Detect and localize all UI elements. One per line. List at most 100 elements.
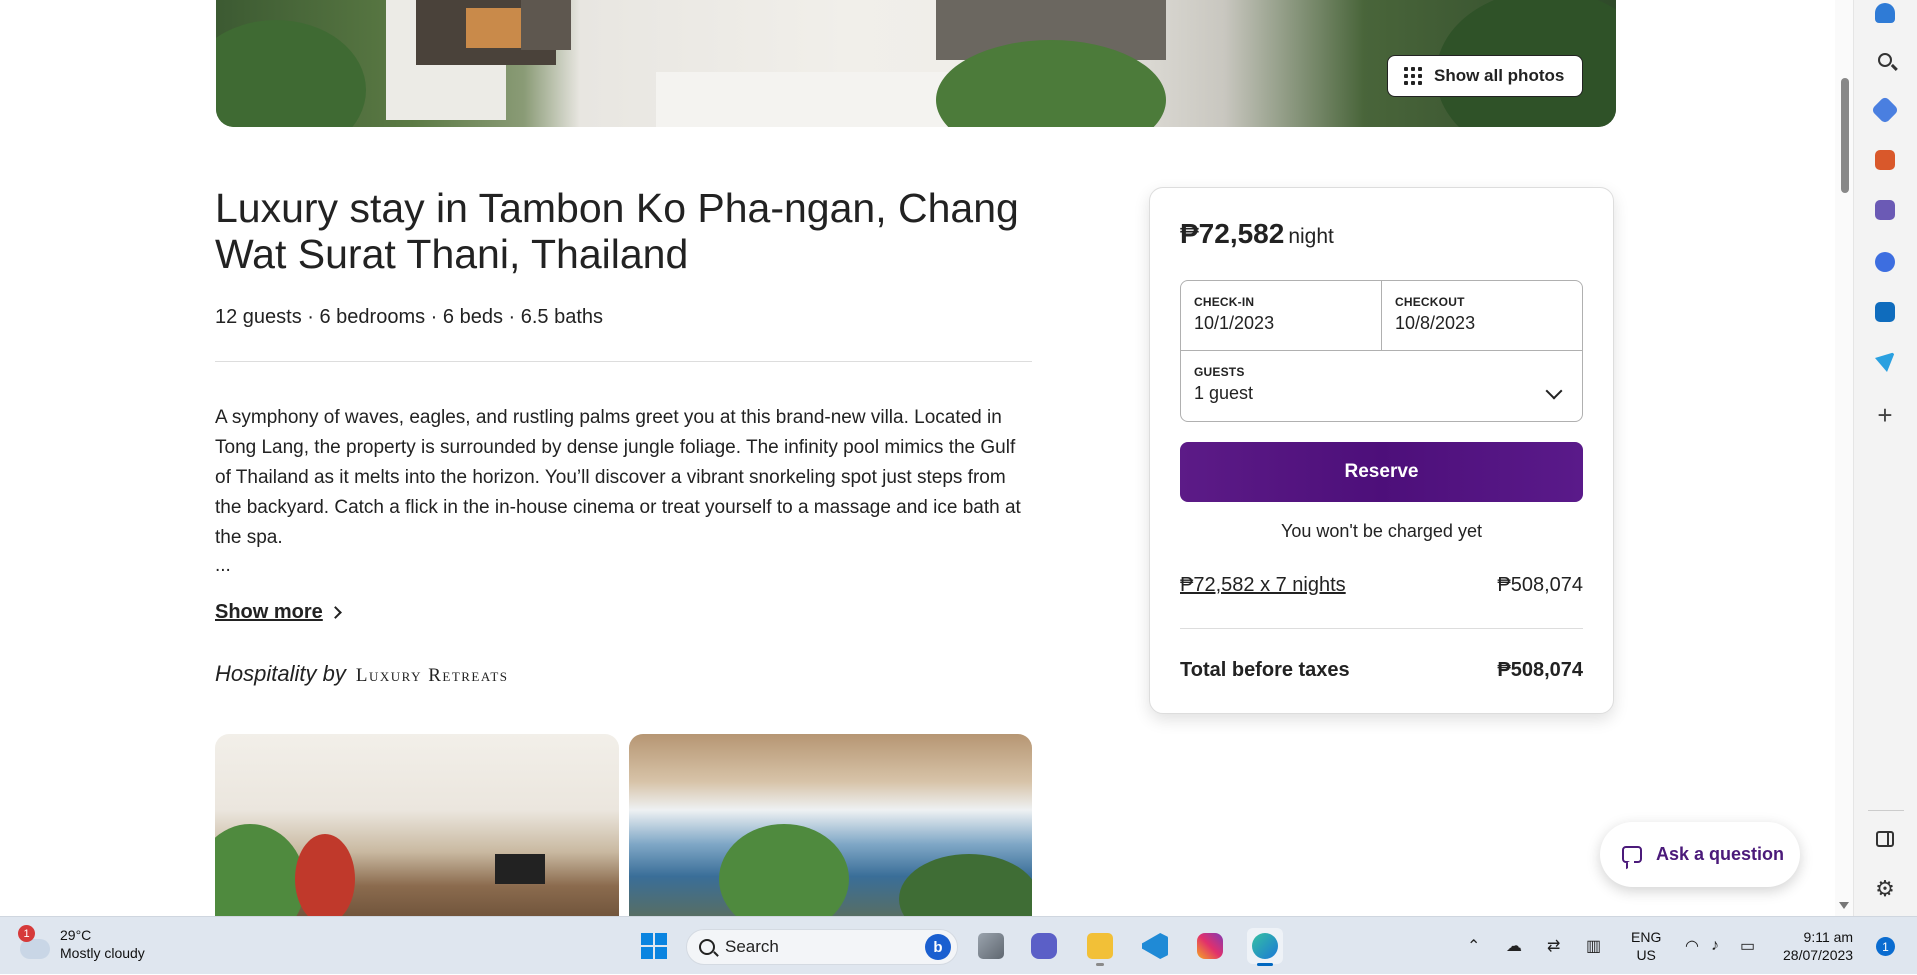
- hero-terrace: [656, 72, 956, 127]
- checkout-value: 10/8/2023: [1395, 313, 1476, 333]
- photo-plant: [719, 824, 849, 916]
- photo-tv: [495, 854, 545, 884]
- onedrive-icon[interactable]: ☁: [1506, 917, 1522, 975]
- taskbar-search[interactable]: Search b: [686, 929, 958, 965]
- nightly-breakdown: ₱72,582 x 7 nights ₱508,074: [1180, 574, 1583, 597]
- checkout-label: CHECKOUT: [1395, 295, 1465, 309]
- ask-question-button[interactable]: Ask a question: [1600, 822, 1800, 887]
- shopping-tag-icon[interactable]: [1870, 95, 1900, 125]
- performance-icon[interactable]: ▥: [1586, 917, 1601, 975]
- games-icon[interactable]: [1872, 197, 1898, 223]
- total-label: Total before taxes: [1180, 659, 1350, 681]
- total-row: Total before taxes ₱508,074: [1180, 659, 1583, 682]
- temperature: 29°C: [60, 927, 92, 943]
- taskbar: 1 29°C Mostly cloudy Search b ⌃ ☁ ⇄ ▥ EN…: [0, 916, 1917, 974]
- price-unit: night: [1288, 225, 1334, 248]
- page-scrollbar[interactable]: [1835, 0, 1853, 916]
- language-indicator[interactable]: ENG US: [1631, 928, 1661, 964]
- time: 9:11 am: [1803, 929, 1854, 945]
- scroll-down-arrow-icon[interactable]: [1839, 902, 1849, 909]
- search-icon[interactable]: [1872, 47, 1898, 73]
- teams-icon[interactable]: [1026, 928, 1062, 964]
- cloud-icon: 1: [18, 925, 50, 959]
- grid-icon: [1404, 67, 1422, 85]
- tools-icon[interactable]: [1872, 147, 1898, 173]
- guests-label: GUESTS: [1194, 365, 1245, 379]
- instagram-icon[interactable]: [1192, 928, 1228, 964]
- listing-meta: 12 guests · 6 bedrooms · 6 beds · 6.5 ba…: [215, 306, 603, 328]
- notification-badge[interactable]: 1: [1876, 937, 1895, 956]
- photo-flowers: [295, 834, 355, 916]
- divider: [1180, 628, 1583, 629]
- chat-bubble-icon: [1622, 846, 1642, 863]
- windows-icon: [641, 933, 667, 959]
- price-amount: ₱72,582: [1180, 218, 1285, 249]
- checkout-field[interactable]: CHECKOUT 10/8/2023: [1382, 281, 1583, 351]
- show-more-label: Show more: [215, 601, 323, 623]
- task-view-icon[interactable]: [973, 928, 1009, 964]
- booking-card: ₱72,582 night CHECK-IN 10/1/2023 CHECKOUT…: [1149, 187, 1614, 714]
- nightly-calc-link[interactable]: ₱72,582 x 7 nights: [1180, 574, 1346, 597]
- lang-bottom: US: [1636, 947, 1656, 963]
- listing-title: Luxury stay in Tambon Ko Pha-ngan, Chang…: [215, 185, 1019, 277]
- hospitality-line: Hospitality by Luxury Retreats: [215, 661, 509, 687]
- add-icon[interactable]: +: [1872, 402, 1898, 428]
- bing-icon[interactable]: b: [925, 934, 951, 960]
- no-charge-note: You won't be charged yet: [1281, 521, 1482, 541]
- date: 28/07/2023: [1783, 947, 1854, 963]
- guests-dropdown[interactable]: GUESTS 1 guest: [1181, 351, 1582, 421]
- hero-foliage: [216, 20, 366, 127]
- hero-interior-light: [466, 8, 526, 48]
- hospitality-brand: Luxury Retreats: [355, 665, 509, 686]
- gear-icon[interactable]: ⚙: [1872, 876, 1898, 902]
- search-label: Search: [725, 937, 779, 956]
- photo-plant: [215, 824, 305, 916]
- nightly-price: ₱72,582 night: [1180, 218, 1334, 250]
- send-icon[interactable]: [1872, 349, 1898, 375]
- panel-toggle-icon[interactable]: [1872, 826, 1898, 852]
- settings-sliders-icon[interactable]: ⇄: [1547, 917, 1560, 975]
- weather-widget[interactable]: 1 29°C Mostly cloudy: [18, 925, 145, 962]
- ask-question-label: Ask a question: [1656, 844, 1785, 864]
- wifi-icon[interactable]: ◠: [1685, 917, 1699, 975]
- photo-plant: [899, 854, 1032, 916]
- edge-sidebar: + ⚙: [1853, 0, 1917, 916]
- listing-photo-1[interactable]: [215, 734, 619, 916]
- bell-icon[interactable]: [1872, 0, 1898, 26]
- guests-value: 1 guest: [1194, 383, 1254, 403]
- reserve-button[interactable]: Reserve: [1180, 442, 1583, 502]
- clock[interactable]: 9:11 am 28/07/2023: [1783, 928, 1853, 964]
- vscode-icon[interactable]: [1137, 928, 1173, 964]
- scrollbar-thumb[interactable]: [1841, 78, 1849, 193]
- description-ellipsis: ...: [215, 555, 231, 576]
- chevron-right-icon: [328, 606, 342, 619]
- total-value: ₱508,074: [1497, 659, 1583, 681]
- date-guest-selector: CHECK-IN 10/1/2023 CHECKOUT 10/8/2023 GU…: [1180, 280, 1583, 422]
- file-explorer-icon[interactable]: [1082, 928, 1118, 966]
- listing-photo-2[interactable]: [629, 734, 1032, 916]
- checkin-value: 10/1/2023: [1194, 313, 1275, 333]
- volume-icon[interactable]: ♪: [1711, 917, 1719, 975]
- lang-top: ENG: [1631, 929, 1662, 945]
- sidebar-divider: [1868, 810, 1904, 811]
- checkin-field[interactable]: CHECK-IN 10/1/2023: [1181, 281, 1382, 351]
- weather-condition: Mostly cloudy: [60, 945, 145, 961]
- show-all-photos-button[interactable]: Show all photos: [1387, 55, 1584, 97]
- weather-badge: 1: [18, 925, 35, 942]
- outlook-icon[interactable]: [1872, 299, 1898, 325]
- copilot-icon[interactable]: [1872, 249, 1898, 275]
- browser-viewport: Show all photos Luxury stay in Tambon Ko…: [0, 0, 1835, 916]
- show-hidden-icons-icon[interactable]: ⌃: [1467, 917, 1480, 975]
- nightly-total: ₱508,074: [1497, 574, 1583, 596]
- show-more-link[interactable]: Show more: [215, 601, 342, 624]
- hospitality-prefix: Hospitality by: [215, 661, 346, 686]
- hero-window: [521, 0, 571, 50]
- search-icon: [699, 939, 715, 955]
- divider: [215, 361, 1032, 362]
- listing-description: A symphony of waves, eagles, and rustlin…: [215, 407, 1021, 548]
- edge-browser-icon[interactable]: [1247, 928, 1283, 966]
- checkin-label: CHECK-IN: [1194, 295, 1255, 309]
- start-button[interactable]: [636, 928, 672, 964]
- show-all-photos-label: Show all photos: [1434, 66, 1565, 85]
- battery-icon[interactable]: ▭: [1740, 917, 1755, 975]
